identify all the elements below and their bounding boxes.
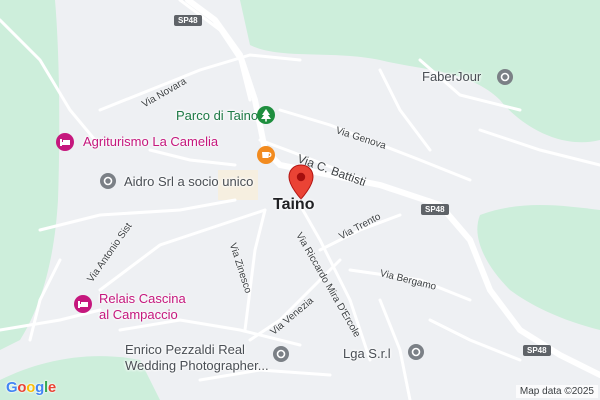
tree-icon[interactable] [256,105,276,125]
poi-label-enrico-line2[interactable]: Wedding Photographer... [125,358,269,374]
route-shield-sp48: SP48 [523,345,551,356]
bed-icon[interactable] [55,132,75,152]
town-label: Taino [273,196,315,213]
map-attribution[interactable]: Map data ©2025 [515,385,598,398]
map-canvas[interactable]: SP48 SP48 SP48 Via Novara Via Genova Via… [0,0,600,400]
poi-label-faberjour[interactable]: FaberJour [422,69,481,85]
poi-label-relais-line1[interactable]: Relais Cascina [99,291,186,307]
route-shield-sp48: SP48 [174,15,202,26]
poi-label-lga[interactable]: Lga S.r.l [343,346,391,362]
google-logo: Google [6,379,56,396]
poi-label-aidro[interactable]: Aidro Srl a socio unico [124,174,253,190]
poi-label-relais-line2[interactable]: al Campaccio [99,307,178,323]
business-pin-icon[interactable] [496,68,514,86]
business-pin-icon[interactable] [272,345,290,363]
business-pin-icon[interactable] [407,343,425,361]
poi-label-agriturismo[interactable]: Agriturismo La Camelia [83,134,218,150]
bed-icon[interactable] [73,294,93,314]
poi-label-enrico-line1[interactable]: Enrico Pezzaldi Real [125,342,245,358]
business-pin-icon[interactable] [99,172,117,190]
coffee-cup-icon[interactable] [256,145,276,165]
route-shield-sp48: SP48 [421,204,449,215]
poi-label-parco[interactable]: Parco di Taino [176,108,258,124]
location-marker-icon[interactable] [288,164,314,200]
